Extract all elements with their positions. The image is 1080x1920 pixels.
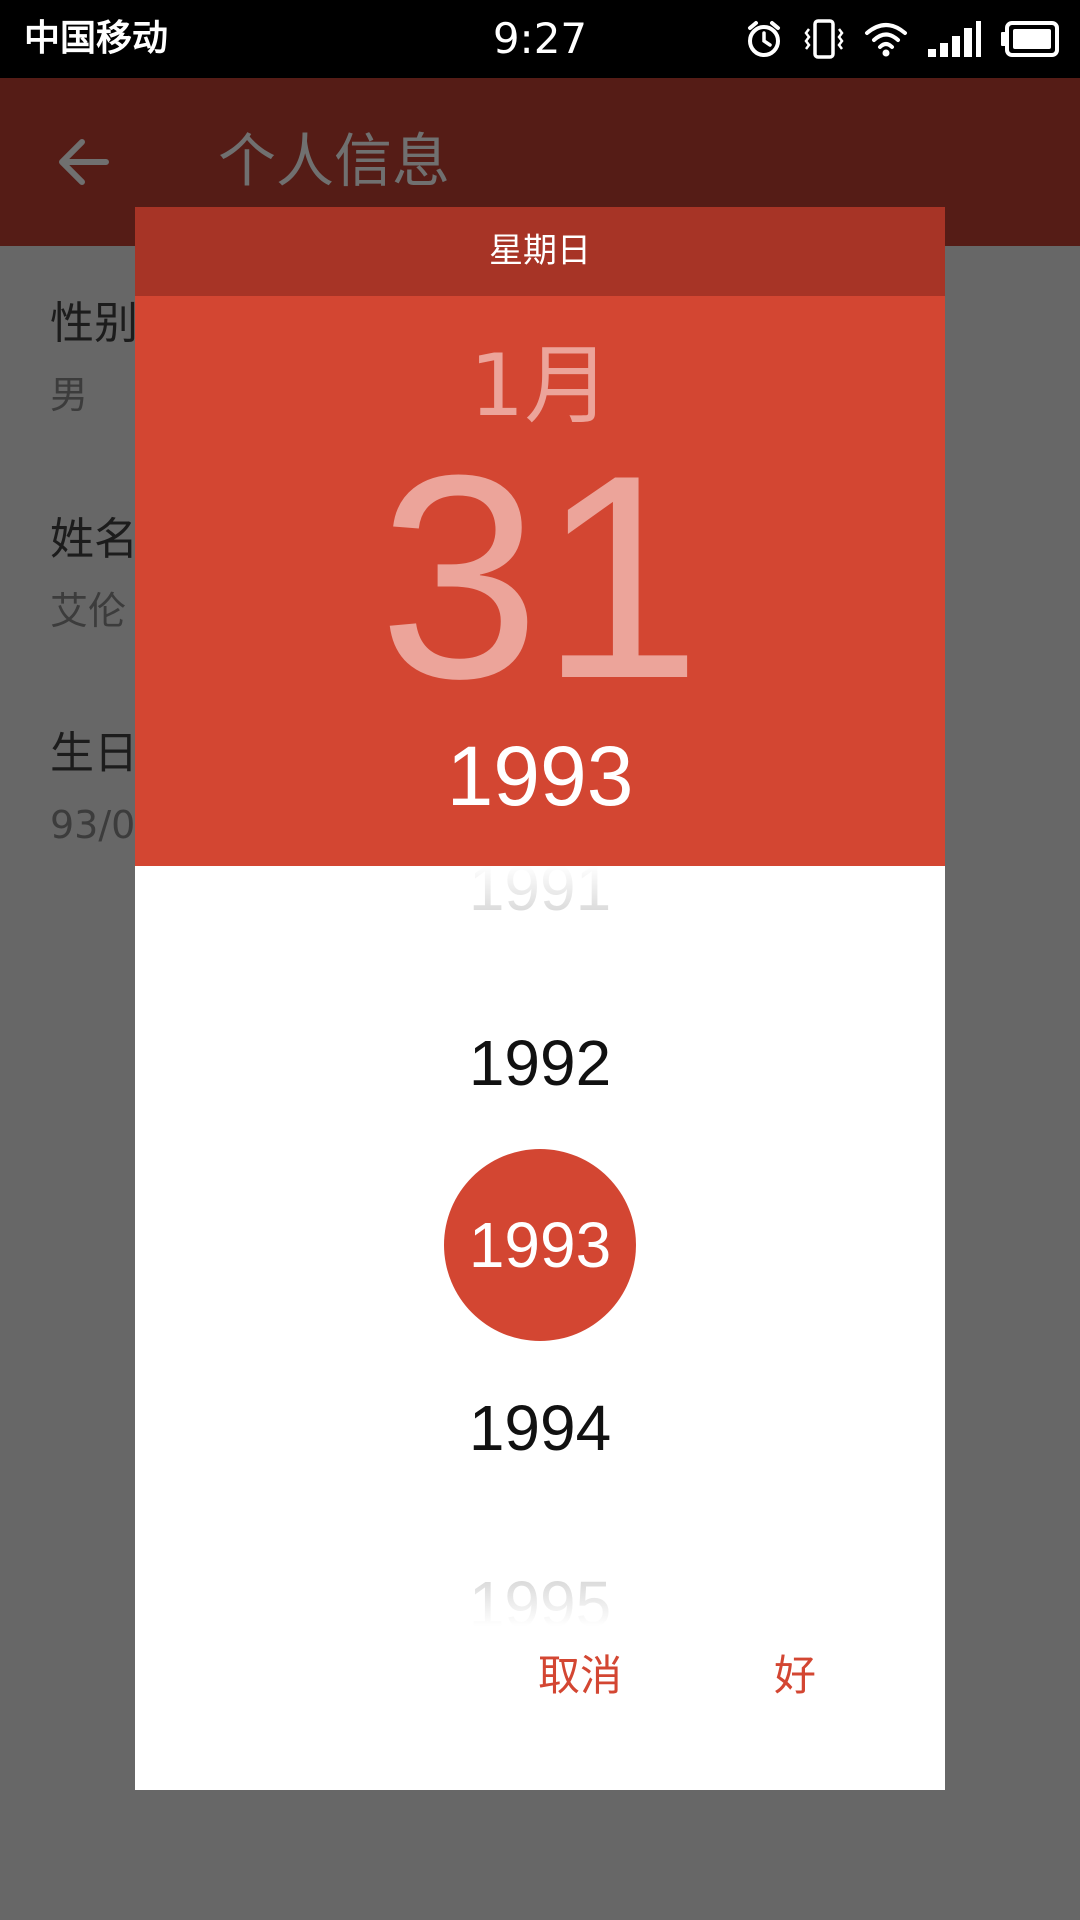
list-item-birthday[interactable]: 生日 93/0 <box>50 726 138 850</box>
arrow-left-icon[interactable] <box>56 134 112 194</box>
gender-label: 性别 <box>50 298 138 349</box>
signal-icon <box>926 19 982 59</box>
header-year[interactable]: 1993 <box>135 726 945 826</box>
date-picker-dialog: 星期日 1月 31 1993 1991 1992 1993 1994 1995 … <box>135 207 945 1790</box>
year-item-selected[interactable]: 1993 <box>135 1195 945 1295</box>
battery-icon <box>1000 21 1060 57</box>
gender-value: 男 <box>50 373 89 417</box>
name-value: 艾伦 <box>50 589 127 633</box>
status-icons <box>744 14 1060 64</box>
year-item[interactable]: 1991 <box>135 866 945 938</box>
birthday-label: 生日 <box>50 728 138 779</box>
page-title: 个人信息 <box>218 127 451 195</box>
year-item[interactable]: 1994 <box>135 1378 945 1478</box>
weekday-label: 星期日 <box>135 207 945 296</box>
wifi-icon <box>864 21 908 57</box>
birthday-value: 93/0 <box>50 803 136 847</box>
cancel-button[interactable]: 取消 <box>515 1626 645 1726</box>
ok-button[interactable]: 好 <box>735 1626 855 1726</box>
date-header: 1月 31 1993 <box>135 296 945 866</box>
status-bar: 中国移动 9:27 <box>0 0 1080 78</box>
year-item[interactable]: 1992 <box>135 1013 945 1113</box>
alarm-icon <box>744 19 784 59</box>
name-label: 姓名 <box>50 514 138 565</box>
screen: 中国移动 9:27 个人信息 性别 男 姓名 艾伦 生日 93/0 星期日 1月… <box>0 0 1080 1920</box>
list-item-name[interactable]: 姓名 艾伦 <box>50 512 138 636</box>
vibrate-icon <box>802 17 846 61</box>
list-item-gender[interactable]: 性别 男 <box>50 296 138 420</box>
dialog-actions: 取消 好 <box>135 1626 945 1790</box>
year-list[interactable]: 1991 1992 1993 1994 1995 <box>135 866 945 1626</box>
header-day[interactable]: 31 <box>135 432 945 722</box>
year-item[interactable]: 1995 <box>135 1554 945 1626</box>
